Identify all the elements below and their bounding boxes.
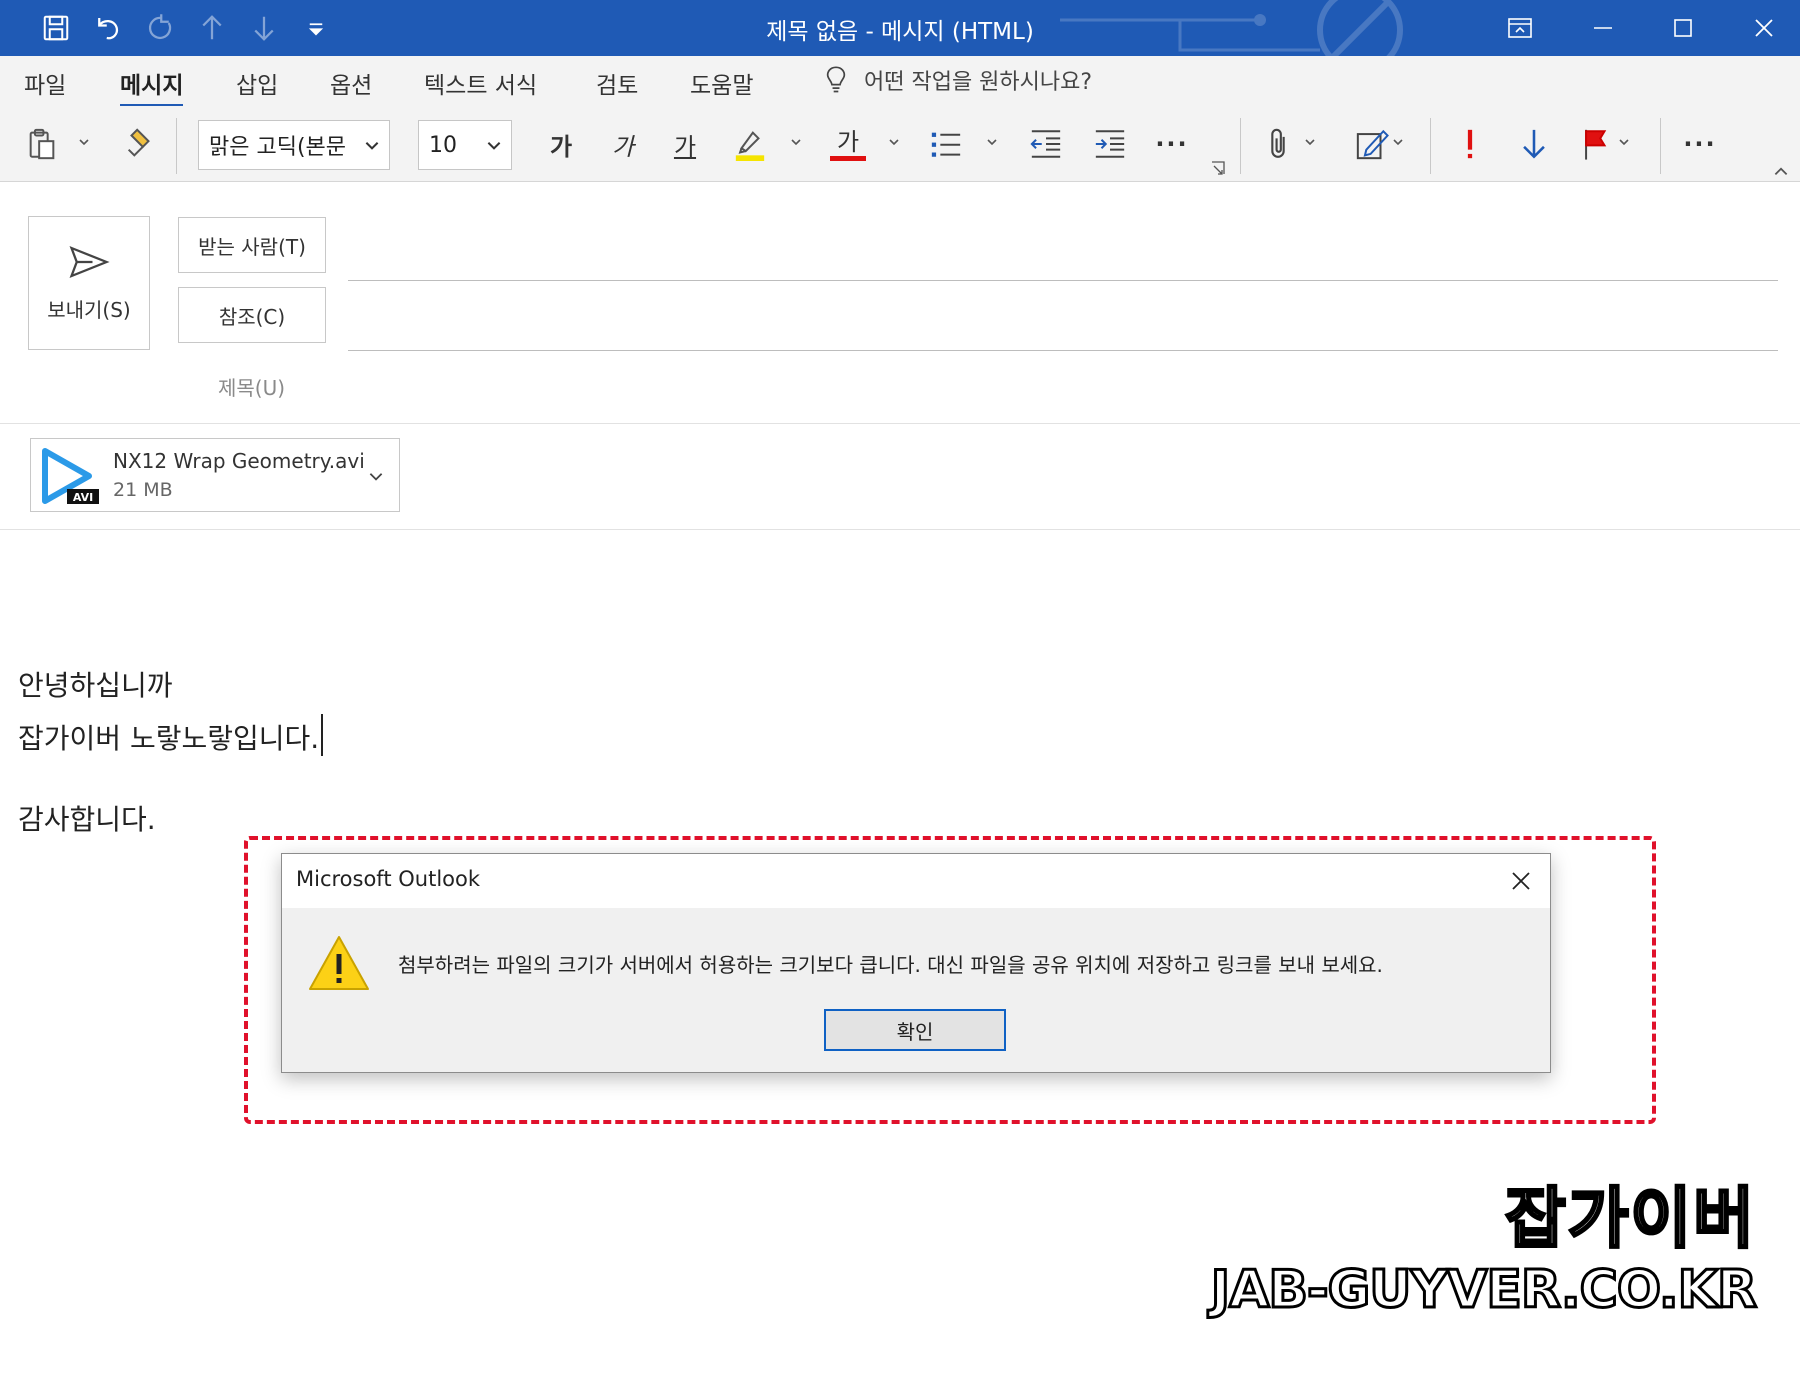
paste-icon[interactable]: [20, 124, 64, 164]
to-field[interactable]: [348, 280, 1778, 281]
ribbon-separator: [1430, 118, 1431, 174]
titlebar-decoration: [1060, 0, 1403, 56]
increase-indent-icon[interactable]: [1088, 124, 1132, 164]
close-icon[interactable]: [1724, 0, 1800, 56]
attach-file-icon[interactable]: [1258, 124, 1298, 164]
font-color-glyph: 가: [836, 127, 860, 156]
ribbon-display-options-icon[interactable]: [1480, 0, 1560, 56]
text-cursor: [321, 714, 324, 756]
outlook-compose-window: 제목 없음 - 메시지 (HTML) 파일 메시지 삽입 옵션 텍스트 서식 검…: [0, 0, 1800, 1379]
low-importance-icon[interactable]: [1514, 124, 1554, 164]
font-color-dropdown-chevron-icon[interactable]: [886, 134, 902, 150]
bullets-icon[interactable]: [924, 124, 968, 164]
send-label: 보내기(S): [47, 297, 131, 322]
signature-icon[interactable]: [1350, 124, 1394, 164]
attachment-menu-chevron-icon[interactable]: [367, 467, 385, 485]
font-size-combo[interactable]: 10: [418, 120, 512, 170]
font-size-value: 10: [429, 132, 457, 158]
body-line[interactable]: 감사합니다.: [18, 798, 156, 838]
tell-me-search[interactable]: 어떤 작업을 원하시나요?: [822, 64, 1092, 96]
high-importance-icon[interactable]: [1450, 124, 1490, 164]
tab-format-text[interactable]: 텍스트 서식: [424, 66, 537, 100]
video-file-icon: AVI: [42, 448, 99, 504]
arrow-down-icon[interactable]: [238, 0, 290, 56]
font-color-button[interactable]: 가: [826, 124, 870, 164]
cc-button[interactable]: 참조(C): [178, 287, 326, 343]
customize-quick-access-icon[interactable]: [290, 0, 342, 56]
body-line-text: 잡가이버 노랗노랗입니다.: [18, 722, 320, 755]
tab-review[interactable]: 검토: [596, 66, 638, 100]
chevron-down-icon: [365, 142, 379, 150]
redo-icon[interactable]: [134, 0, 186, 56]
flag-dropdown-chevron-icon[interactable]: [1616, 134, 1632, 150]
watermark-korean: 잡가이버: [1504, 1180, 1756, 1257]
paste-dropdown-chevron-icon[interactable]: [76, 134, 92, 150]
highlighter-icon: [735, 131, 765, 161]
italic-button[interactable]: 가: [600, 124, 646, 164]
ok-button[interactable]: 확인: [824, 1009, 1006, 1051]
tell-me-text: 어떤 작업을 원하시나요?: [864, 70, 1093, 95]
tab-options[interactable]: 옵션: [330, 66, 372, 100]
maximize-icon[interactable]: [1643, 0, 1723, 56]
tab-message[interactable]: 메시지: [120, 66, 184, 108]
tab-insert[interactable]: 삽입: [236, 66, 278, 100]
svg-text:AVI: AVI: [73, 491, 93, 504]
body-line[interactable]: 안녕하십니까: [18, 664, 173, 704]
warning-icon: [309, 936, 369, 990]
font-name-value: 맑은 고딕(본문: [209, 135, 347, 160]
signature-dropdown-chevron-icon[interactable]: [1390, 134, 1406, 150]
outlook-alert-dialog: Microsoft Outlook 첨부하려는 파일의 크기가 서버에서 허용하…: [281, 853, 1551, 1073]
save-icon[interactable]: [30, 0, 82, 56]
ribbon-separator: [1240, 118, 1241, 174]
ribbon-separator: [176, 118, 177, 174]
dialog-message: 첨부하려는 파일의 크기가 서버에서 허용하는 크기보다 큽니다. 대신 파일을…: [398, 953, 1383, 977]
bold-button[interactable]: 가: [538, 124, 584, 164]
cc-field[interactable]: [348, 350, 1778, 351]
lightbulb-icon: [826, 66, 846, 93]
send-icon: [69, 245, 110, 278]
underline-button[interactable]: 가: [662, 124, 708, 164]
font-name-combo[interactable]: 맑은 고딕(본문: [198, 120, 390, 170]
highlight-dropdown-chevron-icon[interactable]: [788, 134, 804, 150]
body-line-with-cursor[interactable]: 잡가이버 노랗노랗입니다.: [18, 714, 324, 757]
minimize-icon[interactable]: [1563, 0, 1643, 56]
tab-file[interactable]: 파일: [24, 66, 66, 100]
to-button[interactable]: 받는 사람(T): [178, 217, 326, 273]
font-color-swatch: [830, 155, 866, 161]
attach-dropdown-chevron-icon[interactable]: [1302, 134, 1318, 150]
chevron-down-icon: [487, 142, 501, 150]
dialog-title-bar: Microsoft Outlook: [282, 854, 1550, 908]
dialog-close-icon[interactable]: [1506, 866, 1536, 896]
attachment-size: 21 MB: [113, 479, 173, 501]
attachment-well: AVI NX12 Wrap Geometry.avi 21 MB: [0, 424, 1800, 530]
ribbon-separator: [1660, 118, 1661, 174]
send-button[interactable]: 보내기(S): [28, 216, 150, 350]
more-commands-button[interactable]: ···: [1678, 124, 1722, 164]
arrow-up-icon[interactable]: [186, 0, 238, 56]
dialog-title: Microsoft Outlook: [296, 867, 481, 891]
undo-icon[interactable]: [82, 0, 134, 56]
attachment-name: NX12 Wrap Geometry.avi: [113, 449, 365, 473]
watermark: 잡가이버 JAB-GUYVER.CO.KR: [1209, 1180, 1758, 1320]
decrease-indent-icon[interactable]: [1024, 124, 1068, 164]
collapse-ribbon-chevron-up-icon[interactable]: [1772, 162, 1790, 180]
follow-up-flag-icon[interactable]: [1576, 124, 1616, 164]
subject-label: 제목(U): [218, 376, 286, 400]
highlight-color-button[interactable]: [728, 124, 772, 164]
attachment-chip[interactable]: AVI NX12 Wrap Geometry.avi 21 MB: [30, 438, 400, 512]
ribbon-toolbar: 맑은 고딕(본문 10 가 가 가 가 ··· ···: [0, 106, 1800, 182]
bullets-dropdown-chevron-icon[interactable]: [984, 134, 1000, 150]
compose-header: 보내기(S) 받는 사람(T) 참조(C) 제목(U): [0, 182, 1800, 424]
dialog-launcher-icon[interactable]: [1210, 160, 1226, 176]
title-bar: 제목 없음 - 메시지 (HTML): [0, 0, 1800, 56]
more-formatting-button[interactable]: ···: [1150, 124, 1194, 164]
format-painter-icon[interactable]: [118, 124, 162, 164]
watermark-url: JAB-GUYVER.CO.KR: [1209, 1260, 1758, 1320]
tab-help[interactable]: 도움말: [690, 66, 753, 100]
menu-bar: 파일 메시지 삽입 옵션 텍스트 서식 검토 도움말 어떤 작업을 원하시나요?: [0, 56, 1800, 108]
